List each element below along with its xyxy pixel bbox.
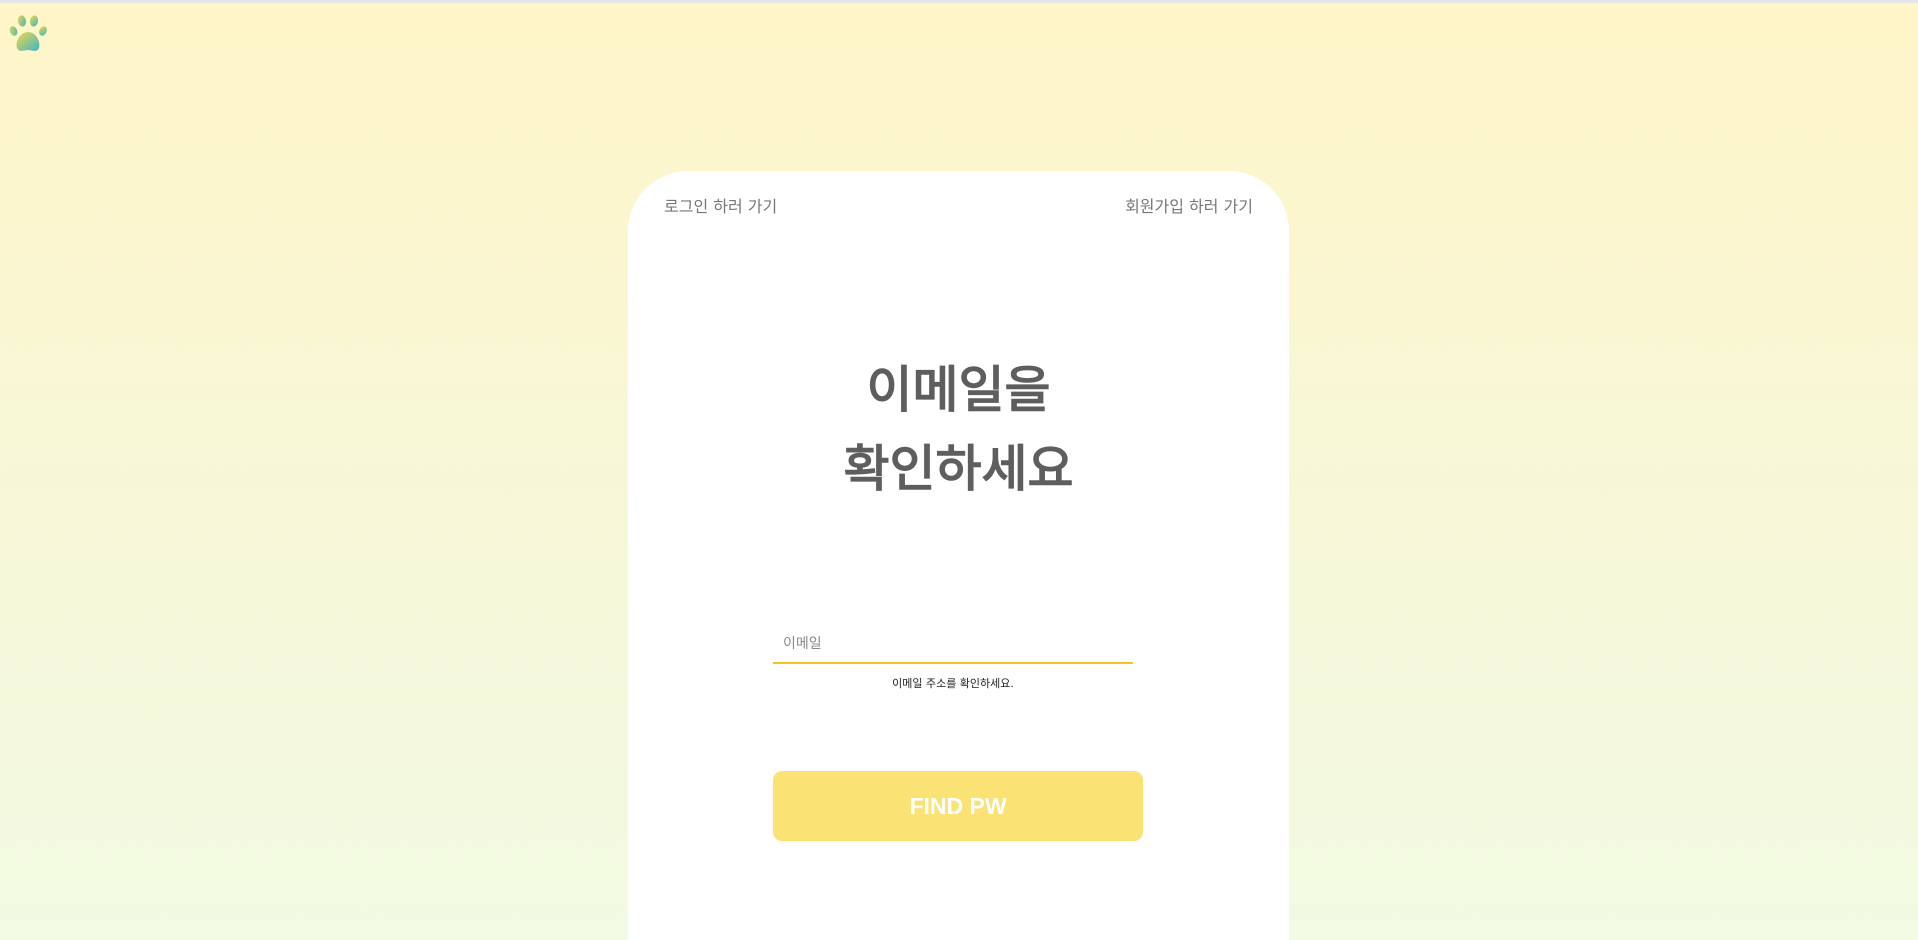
page-title-line-2: 확인하세요 [843, 440, 1074, 498]
email-input[interactable] [773, 626, 1133, 664]
go-to-signup-link[interactable]: 회원가입 하러 가기 [1125, 193, 1253, 217]
page-title-line-1: 이메일을 [866, 361, 1051, 419]
page-title: 이메일을 확인하세요 [628, 351, 1289, 509]
find-password-card: 로그인 하러 가기 회원가입 하러 가기 이메일을 확인하세요 이메일 주소를 … [628, 171, 1289, 940]
top-divider [0, 0, 1918, 3]
email-helper-text: 이메일 주소를 확인하세요. [892, 677, 1014, 690]
find-pw-button[interactable]: FIND PW [773, 771, 1143, 841]
go-to-login-link[interactable]: 로그인 하러 가기 [664, 193, 777, 217]
paw-icon[interactable] [8, 12, 52, 56]
email-field-wrapper [773, 626, 1133, 664]
